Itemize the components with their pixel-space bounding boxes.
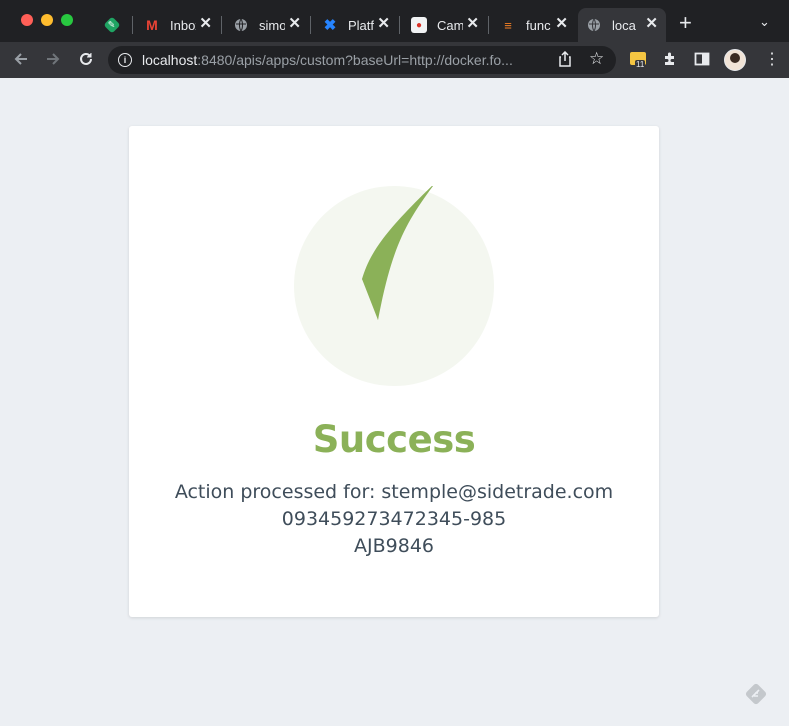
tab-title: func (526, 17, 551, 33)
reload-icon (80, 52, 92, 65)
side-panel-icon[interactable] (694, 51, 710, 71)
new-tab-button[interactable]: + (679, 12, 692, 34)
minimize-window-button[interactable] (41, 14, 53, 26)
share-icon[interactable] (558, 50, 572, 71)
arrow-right-icon (47, 53, 60, 65)
message-line-code: AJB9846 (354, 535, 434, 557)
close-window-button[interactable] (21, 14, 33, 26)
address-bar[interactable]: i localhost:8480/apis/apps/custom?baseUr… (108, 46, 616, 74)
tab-separator (221, 16, 222, 34)
tab-title: Inbox (170, 17, 196, 33)
close-tab-icon[interactable]: ✕ (288, 16, 301, 32)
success-circle (294, 186, 494, 386)
calendar-extension-icon[interactable]: 11 (630, 52, 646, 69)
tab-separator (488, 16, 489, 34)
tab-platf[interactable]: ✖ Platf ✕ (314, 8, 398, 42)
forward-button[interactable] (44, 50, 62, 72)
maximize-window-button[interactable] (61, 14, 73, 26)
globe-icon (586, 17, 602, 33)
bookmark-star-icon[interactable]: ☆ (589, 49, 604, 69)
extension-badge-count: 11 (635, 60, 646, 69)
tab-separator (132, 16, 133, 34)
reload-button[interactable] (77, 50, 95, 72)
globe-icon (233, 17, 249, 33)
tab-separator (310, 16, 311, 34)
tab-pinned[interactable]: ✎ (96, 8, 130, 42)
message-line-id: 093459273472345-985 (281, 508, 507, 530)
tab-title: simo (259, 17, 285, 33)
confluence-icon: ✖ (323, 17, 337, 34)
message-line-email: Action processed for: stemple@sidetrade.… (174, 481, 614, 503)
extensions-puzzle-icon[interactable] (662, 51, 678, 71)
url-text[interactable]: localhost:8480/apis/apps/custom?baseUrl=… (142, 52, 546, 68)
success-card: Success Action processed for: stemple@si… (129, 126, 659, 617)
browser-titlebar: ✎ M Inbox ✕ simo ✕ ✖ Platf ✕ ● Cam ✕ ≡ f… (0, 0, 789, 42)
close-tab-icon[interactable]: ✕ (466, 16, 479, 32)
url-path: :8480/apis/apps/custom?baseUrl=http://do… (197, 52, 513, 68)
tab-simo[interactable]: simo ✕ (225, 8, 309, 42)
stackoverflow-icon: ≡ (504, 17, 512, 33)
close-tab-icon[interactable]: ✕ (377, 16, 390, 32)
gmail-icon: M (146, 17, 158, 33)
browser-toolbar: i localhost:8480/apis/apps/custom?baseUr… (0, 42, 789, 78)
success-title: Success (312, 418, 476, 461)
tab-search-chevron-icon[interactable]: ⌄ (759, 14, 770, 30)
tab-localhost-active[interactable]: loca ✕ (578, 8, 666, 42)
tab-cam[interactable]: ● Cam ✕ (403, 8, 487, 42)
info-icon[interactable]: i (118, 53, 132, 67)
app-icon: ● (411, 17, 427, 33)
tab-title: loca (612, 17, 636, 33)
tab-separator (399, 16, 400, 34)
arrow-left-icon (14, 53, 27, 65)
tab-func[interactable]: ≡ func ✕ (492, 8, 576, 42)
close-tab-icon[interactable]: ✕ (645, 16, 658, 32)
close-tab-icon[interactable]: ✕ (199, 16, 212, 32)
tab-title: Cam (437, 17, 463, 33)
checkmark-icon (362, 186, 434, 320)
url-host: localhost (142, 52, 198, 68)
profile-avatar[interactable] (724, 49, 746, 71)
tab-inbox[interactable]: M Inbox ✕ (136, 8, 220, 42)
feather-green-icon: ✎ (103, 16, 121, 34)
back-button[interactable] (12, 50, 30, 72)
feather-logo-icon (744, 682, 768, 706)
tab-title: Platf (348, 17, 374, 33)
success-message: Action processed for: stemple@sidetrade.… (129, 479, 659, 560)
more-menu-icon[interactable]: ⋮ (764, 49, 780, 69)
close-tab-icon[interactable]: ✕ (555, 16, 568, 32)
